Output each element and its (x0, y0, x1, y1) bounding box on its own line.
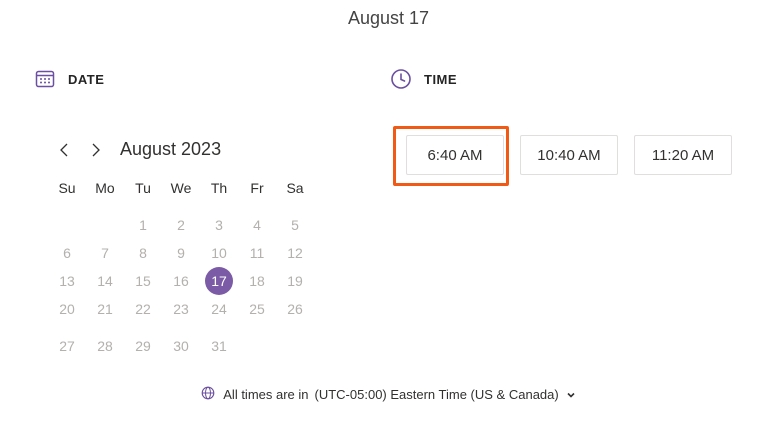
calendar-day: 16 (173, 273, 189, 289)
clock-icon (390, 68, 412, 90)
calendar-day: 3 (215, 217, 223, 233)
calendar-day: 12 (287, 245, 303, 261)
week-row: 13 14 15 16 17 18 19 (48, 267, 314, 295)
weekday-label: Su (58, 180, 76, 196)
calendar-day: 9 (177, 245, 185, 261)
weekday-label: Mo (95, 180, 115, 196)
weekday-label: Sa (286, 180, 304, 196)
calendar-day: 23 (173, 301, 189, 317)
booking-page: August 17 DATE TIME August 2023 Su Mo Tu… (0, 0, 777, 439)
calendar-day: 28 (97, 338, 113, 354)
calendar-day: 7 (101, 245, 109, 261)
calendar-day: 29 (135, 338, 151, 354)
calendar-day: 22 (135, 301, 151, 317)
previous-month-button[interactable] (56, 140, 72, 160)
calendar-day: 1 (139, 217, 147, 233)
chevron-down-icon[interactable] (566, 390, 576, 400)
week-row: 20 21 22 23 24 25 26 (48, 295, 314, 323)
time-slot-button[interactable]: 10:40 AM (520, 135, 618, 175)
date-section-label: DATE (68, 71, 105, 87)
calendar-day: 10 (211, 245, 227, 261)
calendar-day: 20 (59, 301, 75, 317)
chevron-right-icon (92, 143, 100, 156)
globe-icon (201, 386, 223, 403)
calendar-day-empty (238, 332, 276, 360)
page-title: August 17 (347, 8, 430, 28)
calendar-day: 26 (287, 301, 303, 317)
week-row: 27 28 29 30 31 (48, 332, 314, 360)
timezone-dropdown[interactable]: (UTC-05:00) Eastern Time (US & Canada) (315, 387, 576, 402)
calendar-day: 24 (211, 301, 227, 317)
next-month-button[interactable] (88, 140, 104, 160)
calendar-icon (34, 68, 56, 90)
time-slot-button[interactable]: 6:40 AM (406, 135, 504, 175)
calendar-day: 21 (97, 301, 113, 317)
calendar-day: 13 (59, 273, 75, 289)
calendar-day: 31 (211, 338, 227, 354)
weekday-label: We (170, 180, 192, 196)
calendar-day: 15 (135, 273, 151, 289)
calendar-day: 6 (63, 245, 71, 261)
calendar-day: 5 (291, 217, 299, 233)
selected-day-label[interactable]: 17 (205, 267, 233, 295)
calendar-day-empty (276, 332, 314, 360)
weekday-label: Tu (135, 180, 151, 196)
week-row: 6 7 8 9 10 11 12 (48, 239, 314, 267)
week-row: 1 2 3 4 5 (48, 211, 314, 239)
time-section-header: TIME (390, 68, 457, 90)
calendar-day: 2 (177, 217, 185, 233)
timezone-prefix: All times are in (223, 387, 309, 402)
weekday-row: Su Mo Tu We Th Fr Sa (48, 174, 314, 202)
month-label: August 2023 (120, 139, 222, 159)
date-section-header: DATE (34, 68, 104, 90)
calendar-grid: Su Mo Tu We Th Fr Sa 1 2 3 4 5 6 7 8 9 1… (48, 174, 314, 360)
calendar-day-empty (48, 211, 86, 239)
calendar-day: 11 (249, 245, 265, 261)
calendar-day: 18 (249, 273, 265, 289)
timezone-bar: All times are in (UTC-05:00) Eastern Tim… (0, 386, 777, 403)
time-slot-button[interactable]: 11:20 AM (634, 135, 732, 175)
time-slot-list: 6:40 AM 10:40 AM 11:20 AM (406, 135, 732, 175)
calendar-day: 14 (97, 273, 113, 289)
time-section-label: TIME (424, 71, 458, 87)
calendar-day: 19 (287, 273, 303, 289)
calendar-day: 4 (253, 217, 261, 233)
calendar-day: 8 (139, 245, 147, 261)
calendar-day: 27 (59, 338, 75, 354)
weekday-label: Fr (250, 180, 264, 196)
weekday-label: Th (210, 180, 228, 196)
timezone-value[interactable]: (UTC-05:00) Eastern Time (US & Canada) (315, 387, 559, 402)
calendar-navigation: August 2023 (56, 139, 221, 160)
calendar-day: 30 (173, 338, 189, 354)
calendar-day-selected[interactable]: 17 (200, 267, 238, 295)
chevron-left-icon (60, 143, 68, 156)
calendar-day-empty (86, 211, 124, 239)
calendar-day: 25 (249, 301, 265, 317)
